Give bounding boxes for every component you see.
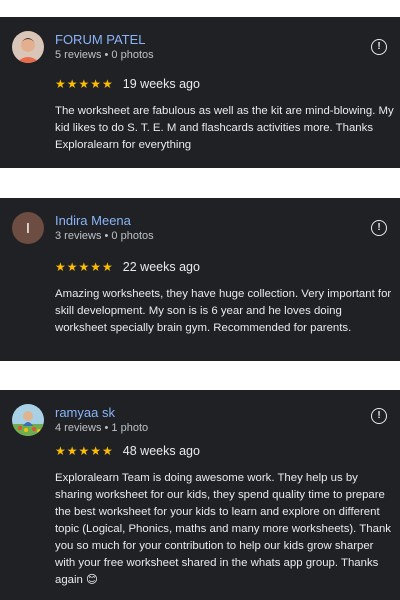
avatar[interactable] bbox=[12, 31, 44, 63]
report-icon[interactable]: ! bbox=[371, 220, 387, 236]
reviewer-meta: 4 reviews • 1 photo bbox=[55, 422, 149, 434]
review-time: 19 weeks ago bbox=[122, 77, 200, 91]
review-text: Amazing worksheets, they have huge colle… bbox=[55, 288, 392, 334]
reviewer-meta: 3 reviews • 0 photos bbox=[55, 230, 154, 242]
reviewer-name[interactable]: Indira Meena bbox=[55, 213, 131, 228]
star-rating: ★★★★★ bbox=[55, 444, 114, 458]
star-rating: ★★★★★ bbox=[55, 260, 114, 274]
review-time: 48 weeks ago bbox=[122, 444, 200, 458]
reviewer-name[interactable]: ramyaa sk bbox=[55, 405, 115, 420]
review-text: Exploralearn Team is doing awesome work.… bbox=[55, 472, 391, 586]
review-card: I Indira Meena 3 reviews • 0 photos ! ★★… bbox=[0, 198, 400, 361]
avatar[interactable]: I bbox=[12, 212, 44, 244]
report-icon[interactable]: ! bbox=[371, 408, 387, 424]
reviewer-meta: 5 reviews • 0 photos bbox=[55, 49, 154, 61]
report-icon[interactable]: ! bbox=[371, 39, 387, 55]
review-time: 22 weeks ago bbox=[122, 260, 200, 274]
review-text: The worksheet are fabulous as well as th… bbox=[55, 105, 394, 151]
avatar[interactable] bbox=[12, 404, 44, 436]
rating-row: ★★★★★ 19 weeks ago bbox=[55, 77, 200, 91]
review-card: ramyaa sk 4 reviews • 1 photo ! ★★★★★ 48… bbox=[0, 390, 400, 600]
rating-row: ★★★★★ 22 weeks ago bbox=[55, 260, 200, 274]
review-card: FORUM PATEL 5 reviews • 0 photos ! ★★★★★… bbox=[0, 17, 400, 168]
rating-row: ★★★★★ 48 weeks ago bbox=[55, 444, 200, 458]
reviewer-name[interactable]: FORUM PATEL bbox=[55, 32, 146, 47]
star-rating: ★★★★★ bbox=[55, 77, 114, 91]
